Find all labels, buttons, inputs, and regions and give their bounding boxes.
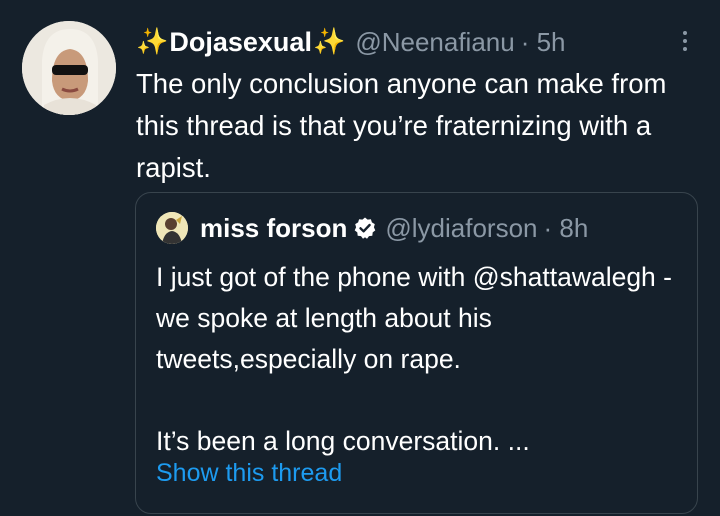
quoted-paragraph-1: I just got of the phone with @shattawale…	[156, 262, 672, 374]
sparkles-icon: ✨	[312, 27, 346, 57]
timestamp[interactable]: · 5h	[521, 27, 566, 58]
quoted-user-handle[interactable]: @lydiaforson	[385, 213, 537, 244]
quoted-tweet-card[interactable]: miss forson @lydiaforson · 8h I just got…	[135, 192, 698, 514]
show-thread-link[interactable]: Show this thread	[156, 459, 342, 488]
more-vertical-icon[interactable]	[670, 26, 700, 56]
quoted-tweet-header: miss forson @lydiaforson · 8h	[156, 211, 588, 245]
tweet-text: The only conclusion anyone can make from…	[136, 68, 667, 183]
sparkles-icon: ✨	[136, 27, 169, 57]
display-name[interactable]: Dojasexual	[169, 27, 312, 58]
verified-badge-icon	[355, 217, 376, 239]
tweet-header: ✨ Dojasexual ✨ @Neenafianu · 5h	[136, 24, 566, 60]
user-avatar[interactable]	[22, 21, 116, 115]
tweet[interactable]: ✨ Dojasexual ✨ @Neenafianu · 5h The only…	[0, 0, 720, 516]
quoted-user-avatar[interactable]	[156, 212, 188, 244]
quoted-timestamp[interactable]: · 8h	[544, 213, 589, 244]
quoted-display-name[interactable]: miss forson	[200, 213, 347, 244]
user-handle[interactable]: @Neenafianu	[355, 27, 514, 58]
quoted-tweet-text: I just got of the phone with @shattawale…	[156, 257, 686, 462]
quoted-paragraph-2: It’s been a long conversation. ...	[156, 426, 530, 456]
